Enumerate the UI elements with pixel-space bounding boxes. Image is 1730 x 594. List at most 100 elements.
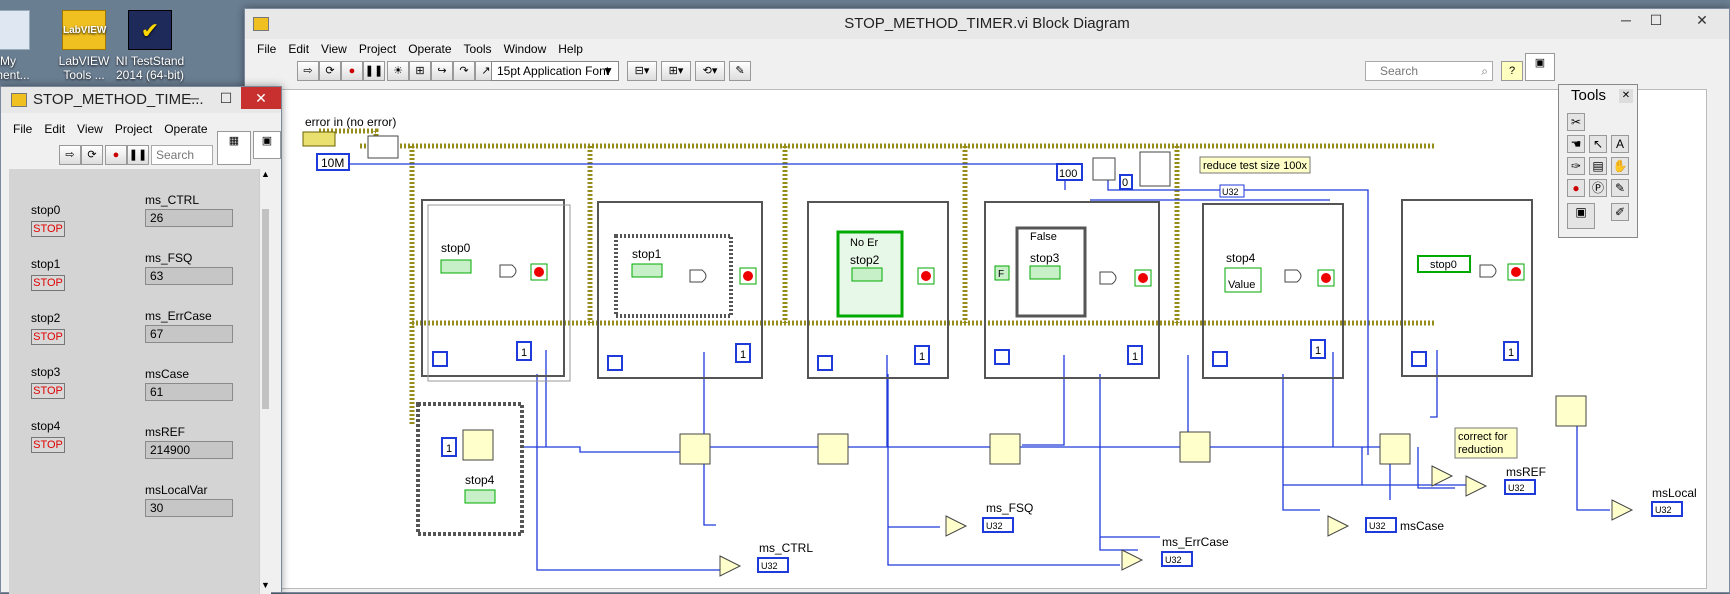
case-false-label: False bbox=[1030, 231, 1057, 243]
ms-case-output-label: msCase bbox=[1400, 519, 1444, 533]
stop1-terminal[interactable] bbox=[631, 263, 663, 278]
pause-icon[interactable]: ❚❚ bbox=[127, 145, 149, 165]
stop1-button[interactable]: STOP bbox=[31, 275, 65, 291]
wait-node-6[interactable] bbox=[1379, 433, 1411, 465]
stop4-button[interactable]: STOP bbox=[31, 437, 65, 453]
u32-label: U32 bbox=[1369, 521, 1386, 531]
menu-view[interactable]: View bbox=[71, 119, 109, 139]
random-node[interactable] bbox=[1092, 157, 1116, 181]
stop-icon bbox=[921, 271, 931, 281]
menu-edit[interactable]: Edit bbox=[38, 119, 71, 139]
menu-file[interactable]: File bbox=[7, 119, 38, 139]
stop4-label: stop4 bbox=[31, 419, 61, 433]
subtract-node-fsq[interactable] bbox=[945, 515, 968, 537]
scroll-up-icon[interactable]: ▲ bbox=[260, 169, 271, 183]
wait-node-2[interactable] bbox=[679, 433, 711, 465]
multiply-node-ref[interactable] bbox=[1465, 475, 1488, 497]
front-panel-canvas[interactable]: stop0 STOP stop1 STOP stop2 STOP stop3 S… bbox=[9, 169, 271, 594]
stop-icon bbox=[1138, 273, 1148, 283]
abort-icon[interactable]: ● bbox=[105, 145, 127, 165]
while-loop-stop4-local[interactable] bbox=[416, 402, 524, 536]
front-panel-scrollbar[interactable]: ▲ ▼ bbox=[259, 169, 271, 594]
subtract-node-ref[interactable] bbox=[1431, 465, 1454, 487]
search-input[interactable]: Search bbox=[151, 145, 213, 165]
or-node-5[interactable] bbox=[1284, 269, 1302, 283]
ms-case-indicator: 61 bbox=[145, 383, 233, 401]
auto-tool-icon[interactable]: ✂ bbox=[1567, 113, 1585, 131]
or-node-2[interactable] bbox=[689, 269, 707, 283]
iteration-terminal-3 bbox=[817, 355, 833, 371]
stop3-label: stop3 bbox=[31, 365, 61, 379]
stop0-terminal[interactable] bbox=[440, 259, 472, 274]
ms-local-output-label: msLocal bbox=[1652, 486, 1697, 500]
while-loop-1[interactable] bbox=[421, 199, 565, 377]
wait-node-5[interactable] bbox=[1179, 431, 1211, 463]
menu-project[interactable]: Project bbox=[109, 119, 158, 139]
maximize-button[interactable]: ☐ bbox=[211, 87, 241, 109]
stop3-button[interactable]: STOP bbox=[31, 383, 65, 399]
subtract-node-ctrl[interactable] bbox=[719, 555, 742, 577]
count-const-2-label: 1 bbox=[446, 443, 452, 455]
scroll-tool-icon[interactable]: ✋ bbox=[1611, 157, 1629, 175]
ms-fsq-output-label: ms_FSQ bbox=[986, 501, 1033, 515]
tools-palette[interactable]: Tools ✕ ✂ ☚ ↖ A ✑ ▤ ✋ ● Ⓟ ✎ ▣ ✐ bbox=[1558, 84, 1638, 238]
run-icon[interactable]: ⇨ bbox=[59, 145, 81, 165]
scroll-down-icon[interactable]: ▼ bbox=[260, 580, 271, 594]
error-in-label: error in (no error) bbox=[305, 115, 396, 129]
stop0-button[interactable]: STOP bbox=[31, 221, 65, 237]
vi-icon bbox=[11, 93, 27, 107]
subtract-node-errcase[interactable] bbox=[1121, 549, 1144, 571]
operate-tool-icon[interactable]: ☚ bbox=[1567, 135, 1585, 153]
wait-node-3[interactable] bbox=[817, 433, 849, 465]
ms-fsq-label: ms_FSQ bbox=[145, 251, 193, 265]
wait-node-4[interactable] bbox=[989, 433, 1021, 465]
run-continuously-icon[interactable]: ⟳ bbox=[81, 145, 103, 165]
wait-node-7[interactable] bbox=[1555, 395, 1587, 427]
wait-node-1[interactable] bbox=[462, 429, 494, 461]
color-copy-tool-icon[interactable]: ✎ bbox=[1611, 179, 1629, 197]
unbundle-node[interactable] bbox=[367, 135, 399, 159]
stop4-terminal-lower[interactable] bbox=[464, 489, 496, 504]
stop4-label-lower: stop4 bbox=[465, 473, 495, 487]
stop2-button[interactable]: STOP bbox=[31, 329, 65, 345]
color-tool-icon[interactable]: ▣ bbox=[1567, 203, 1595, 229]
subtract-node-localvar[interactable] bbox=[1611, 499, 1634, 521]
iteration-terminal-6 bbox=[1411, 351, 1427, 367]
const-0-label: 0 bbox=[1122, 177, 1128, 189]
close-button[interactable]: ✕ bbox=[241, 87, 281, 109]
u32-const-label: U32 bbox=[1222, 187, 1239, 197]
minimize-button[interactable]: ─ bbox=[179, 87, 209, 109]
window-title: STOP_METHOD_TIME... bbox=[33, 91, 204, 108]
u32-label: U32 bbox=[761, 561, 778, 571]
front-panel-window: STOP_METHOD_TIME... ─ ☐ ✕ File Edit View Pr… bbox=[0, 86, 282, 594]
position-tool-icon[interactable]: ↖ bbox=[1589, 135, 1607, 153]
or-node-6[interactable] bbox=[1479, 264, 1497, 278]
stop3-label: stop3 bbox=[1030, 251, 1060, 265]
ms-errcase-output-label: ms_ErrCase bbox=[1162, 535, 1229, 549]
shortcut-tool-icon[interactable]: ▤ bbox=[1589, 157, 1607, 175]
stop-icon bbox=[743, 271, 753, 281]
array-node[interactable] bbox=[1139, 151, 1171, 187]
close-icon[interactable]: ✕ bbox=[1619, 89, 1633, 103]
error-in-terminal[interactable] bbox=[302, 131, 336, 147]
or-node-1[interactable] bbox=[499, 264, 517, 278]
stop4-label: stop4 bbox=[1226, 251, 1256, 265]
stop-icon bbox=[1321, 273, 1331, 283]
ms-localvar-label: msLocalVar bbox=[145, 483, 208, 497]
probe-tool-icon[interactable]: Ⓟ bbox=[1589, 179, 1607, 197]
label-tool-icon[interactable]: A bbox=[1611, 135, 1629, 153]
stop3-terminal[interactable] bbox=[1029, 265, 1061, 280]
stop2-label: stop2 bbox=[850, 253, 880, 267]
u32-label: U32 bbox=[1165, 555, 1182, 565]
scrollbar-thumb[interactable] bbox=[262, 209, 269, 409]
ms-localvar-indicator: 30 bbox=[145, 499, 233, 517]
wire-tool-icon[interactable]: ✑ bbox=[1567, 157, 1585, 175]
stop2-terminal[interactable] bbox=[851, 267, 883, 282]
menu-operate[interactable]: Operate bbox=[158, 119, 213, 139]
breakpoint-tool-icon[interactable]: ● bbox=[1567, 179, 1585, 197]
or-node-4[interactable] bbox=[1099, 271, 1117, 285]
subtract-node-case[interactable] bbox=[1327, 515, 1350, 537]
local-stop0-label: stop0 bbox=[1430, 259, 1457, 271]
u32-label: U32 bbox=[1508, 483, 1525, 493]
brush-tool-icon[interactable]: ✐ bbox=[1611, 203, 1629, 221]
